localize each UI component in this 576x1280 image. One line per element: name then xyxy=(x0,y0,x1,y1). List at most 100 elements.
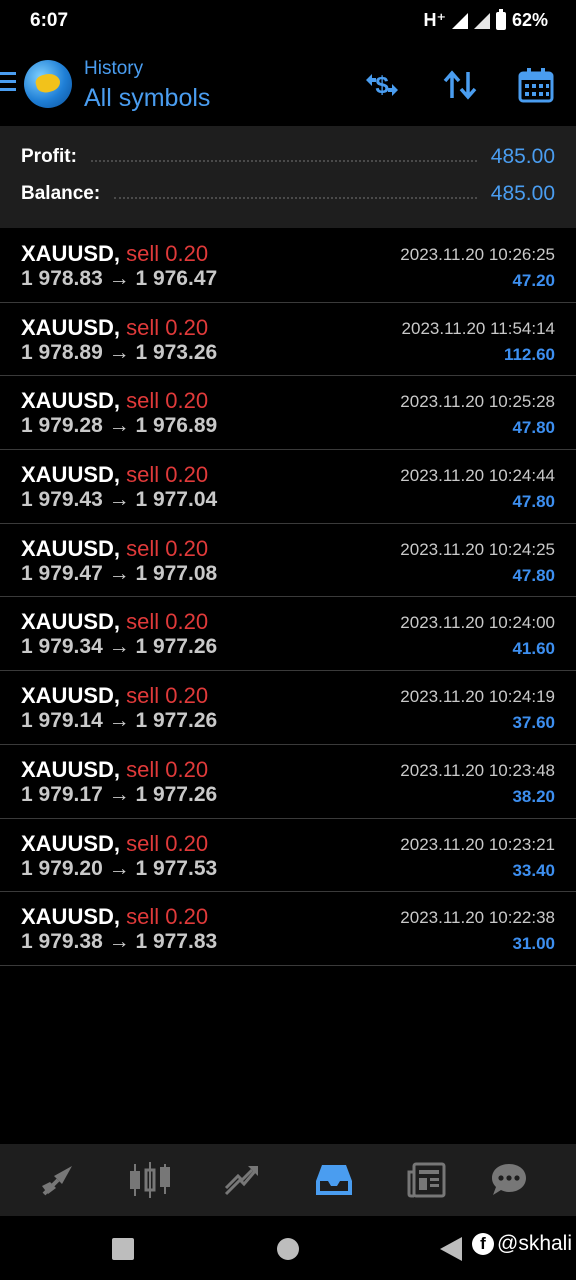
chart-icon[interactable] xyxy=(128,1158,172,1202)
app-header: History All symbols $ xyxy=(0,44,576,126)
deal-row[interactable]: XAUUSD, sell 0.20 1 979.14 → 1 977.26 20… xyxy=(0,671,576,745)
deal-prices: 1 979.38 → 1 977.83 xyxy=(21,930,217,954)
deal-open-price: 1 979.38 xyxy=(21,930,103,954)
deal-close-price: 1 977.08 xyxy=(135,561,218,585)
status-bar: 6:07 H⁺ 62% xyxy=(0,0,576,44)
history-icon[interactable] xyxy=(312,1158,356,1202)
deal-row[interactable]: XAUUSD, sell 0.20 1 979.43 → 1 977.04 20… xyxy=(0,450,576,524)
deal-open-price: 1 979.43 xyxy=(21,488,103,512)
deal-close-price: 1 977.26 xyxy=(135,709,218,733)
deal-symbol: XAUUSD, xyxy=(21,830,121,856)
watermark-text: @skhali xyxy=(497,1232,573,1255)
dollar-swap-icon[interactable]: $ xyxy=(360,66,404,104)
deal-profit: 112.60 xyxy=(503,344,555,364)
deal-symbol: XAUUSD, xyxy=(21,683,121,709)
deal-side: sell 0.20 xyxy=(126,904,209,930)
deal-prices: 1 979.47 → 1 977.08 xyxy=(21,562,217,586)
arrow-icon: → xyxy=(108,930,130,954)
deal-row[interactable]: XAUUSD, sell 0.20 1 979.34 → 1 977.26 20… xyxy=(0,597,576,672)
recents-button[interactable] xyxy=(112,1238,134,1260)
deal-profit: 47.80 xyxy=(512,492,555,512)
signal-icon xyxy=(451,12,468,29)
deal-prices: 1 978.83 → 1 976.47 xyxy=(21,267,217,291)
deal-row[interactable]: XAUUSD, sell 0.20 1 979.28 → 1 976.89 20… xyxy=(0,376,576,451)
deal-row[interactable]: XAUUSD, sell 0.20 1 979.20 → 1 977.53 20… xyxy=(0,819,576,893)
calendar-icon[interactable] xyxy=(514,66,558,104)
deal-prices: 1 979.43 → 1 977.04 xyxy=(21,488,217,512)
dotted-leader xyxy=(114,197,477,199)
deal-row[interactable]: XAUUSD, sell 0.20 1 978.89 → 1 973.26 20… xyxy=(0,303,576,377)
deal-time: 2023.11.20 10:22:38 xyxy=(400,908,555,928)
deal-side: sell 0.20 xyxy=(126,241,209,266)
chat-icon[interactable] xyxy=(487,1158,531,1202)
deal-header: XAUUSD, sell 0.20 xyxy=(21,536,208,562)
deal-close-price: 1 976.47 xyxy=(135,267,218,290)
deal-header: XAUUSD, sell 0.20 xyxy=(21,831,208,857)
deal-time: 2023.11.20 10:23:48 xyxy=(400,760,555,780)
page-subtitle: History xyxy=(84,58,144,79)
deal-close-price: 1 977.26 xyxy=(135,635,218,659)
quotes-icon[interactable] xyxy=(36,1158,80,1202)
svg-text:$: $ xyxy=(375,72,389,99)
deal-time: 2023.11.20 10:24:00 xyxy=(400,613,555,633)
arrow-icon: → xyxy=(108,782,130,806)
balance-label: Balance: xyxy=(21,183,101,204)
bottom-nav xyxy=(0,1144,576,1216)
deal-header: XAUUSD, sell 0.20 xyxy=(21,388,208,414)
deal-prices: 1 979.17 → 1 977.26 xyxy=(21,783,217,807)
profit-value: 485.00 xyxy=(490,145,555,168)
deal-time: 2023.11.20 10:24:44 xyxy=(400,466,555,486)
deal-time: 2023.11.20 10:24:25 xyxy=(400,539,555,559)
deal-side: sell 0.20 xyxy=(126,314,209,340)
deal-close-price: 1 977.83 xyxy=(135,930,218,954)
deal-profit: 33.40 xyxy=(512,860,555,880)
deal-side: sell 0.20 xyxy=(126,535,209,561)
menu-icon[interactable] xyxy=(0,72,16,92)
deal-close-price: 1 976.89 xyxy=(135,414,218,438)
system-nav-bar: f @skhali xyxy=(0,1216,576,1280)
deal-open-price: 1 979.47 xyxy=(21,561,103,585)
battery-level: 62% xyxy=(511,10,548,30)
deal-close-price: 1 977.26 xyxy=(135,782,218,806)
page-title[interactable]: All symbols xyxy=(84,84,210,113)
deal-profit: 47.80 xyxy=(512,418,555,438)
arrow-icon: → xyxy=(108,635,130,659)
deal-row[interactable]: XAUUSD, sell 0.20 1 979.17 → 1 977.26 20… xyxy=(0,745,576,819)
deal-profit: 47.80 xyxy=(512,565,555,585)
deal-time: 2023.11.20 11:54:14 xyxy=(401,318,555,338)
deal-side: sell 0.20 xyxy=(126,683,209,709)
deal-symbol: XAUUSD, xyxy=(21,609,121,635)
deal-row[interactable]: XAUUSD, sell 0.20 1 979.38 → 1 977.83 20… xyxy=(0,892,576,966)
deal-open-price: 1 979.28 xyxy=(21,414,103,438)
deal-close-price: 1 977.04 xyxy=(135,488,218,512)
deal-profit: 38.20 xyxy=(512,786,555,806)
deal-row[interactable]: XAUUSD, sell 0.20 1 979.47 → 1 977.08 20… xyxy=(0,524,576,598)
summary-panel: Profit: 485.00 Balance: 485.00 xyxy=(0,126,576,228)
deal-row[interactable]: XAUUSD, sell 0.20 1 978.83 → 1 976.47 20… xyxy=(0,229,576,303)
deal-side: sell 0.20 xyxy=(126,756,209,782)
deal-open-price: 1 979.34 xyxy=(21,635,103,659)
deal-time: 2023.11.20 10:24:19 xyxy=(400,687,555,707)
watermark: f @skhali xyxy=(472,1232,572,1256)
deal-profit: 37.60 xyxy=(512,713,555,733)
balance-row: Balance: 485.00 xyxy=(21,180,555,208)
home-button[interactable] xyxy=(277,1238,299,1260)
arrow-icon: → xyxy=(108,488,130,512)
deal-open-price: 1 979.20 xyxy=(21,856,103,880)
deal-prices: 1 979.28 → 1 976.89 xyxy=(21,414,217,438)
profit-row: Profit: 485.00 xyxy=(21,143,555,171)
trade-icon[interactable] xyxy=(220,1158,264,1202)
deal-list: XAUUSD, sell 0.20 1 978.83 → 1 976.47 20… xyxy=(0,229,576,966)
deal-side: sell 0.20 xyxy=(126,609,209,635)
deal-open-price: 1 978.89 xyxy=(21,340,103,364)
deal-close-price: 1 977.53 xyxy=(135,856,218,880)
sort-icon[interactable] xyxy=(438,66,482,104)
news-icon[interactable] xyxy=(404,1158,448,1202)
app-logo xyxy=(24,60,72,108)
deal-side: sell 0.20 xyxy=(126,830,209,856)
status-time: 6:07 xyxy=(30,10,69,31)
deal-open-price: 1 978.83 xyxy=(21,267,103,290)
deal-symbol: XAUUSD, xyxy=(21,314,121,340)
back-button[interactable] xyxy=(440,1237,462,1261)
deal-header: XAUUSD, sell 0.20 xyxy=(21,757,208,783)
